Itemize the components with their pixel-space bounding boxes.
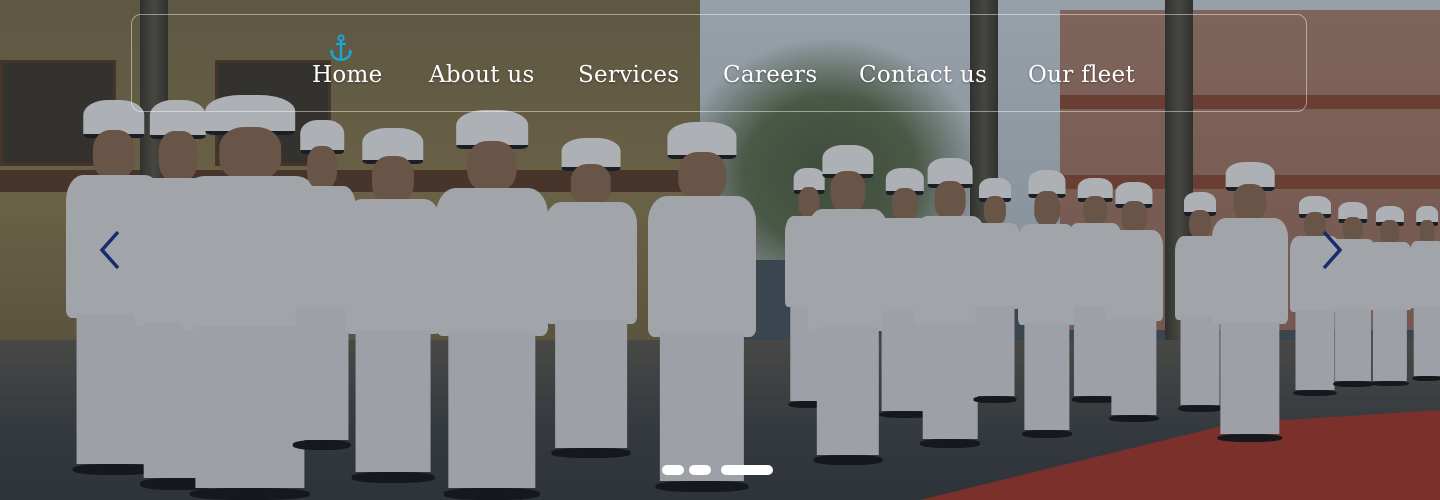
nav-item-contact-us[interactable]: Contact us: [859, 62, 987, 88]
slider-dots: [662, 465, 773, 475]
nav-item-home[interactable]: Home: [312, 62, 383, 88]
slider-dot[interactable]: [662, 465, 684, 475]
chevron-left-icon: [99, 230, 120, 270]
slider-prev-button[interactable]: [94, 228, 130, 272]
hero-banner: Home About us Services Careers Contact u…: [0, 0, 1440, 500]
slider-next-button[interactable]: [1312, 228, 1348, 272]
nav-item-services[interactable]: Services: [578, 62, 679, 88]
nav-item-careers[interactable]: Careers: [723, 62, 817, 88]
slider-dot-active[interactable]: [721, 465, 773, 475]
nav-item-our-fleet[interactable]: Our fleet: [1028, 62, 1135, 88]
nav-item-about-us[interactable]: About us: [429, 62, 535, 88]
chevron-right-icon: [1322, 230, 1343, 270]
anchor-icon: [329, 34, 353, 62]
slider-dot[interactable]: [689, 465, 711, 475]
